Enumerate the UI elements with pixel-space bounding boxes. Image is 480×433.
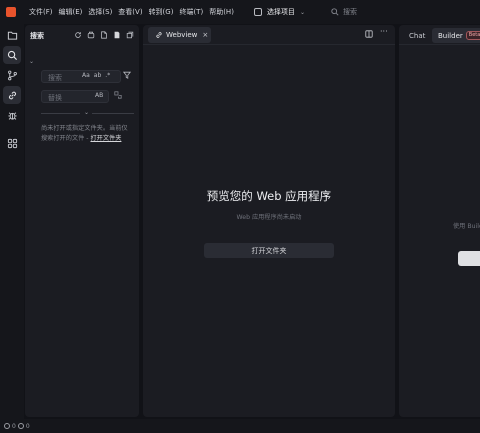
builder-hint: 使用 Builder bbox=[453, 223, 480, 230]
search-icon bbox=[331, 8, 339, 16]
close-icon[interactable]: × bbox=[202, 31, 208, 39]
menu-selection[interactable]: 选择(S) bbox=[88, 7, 112, 17]
app-logo-icon bbox=[6, 7, 16, 17]
file-icon bbox=[114, 31, 119, 38]
link-icon bbox=[156, 32, 162, 38]
link-icon bbox=[8, 91, 16, 99]
replace-input-placeholder: 替换 bbox=[48, 94, 62, 102]
new-search-editor-button[interactable] bbox=[98, 29, 109, 40]
preserve-case-toggle[interactable]: AB bbox=[95, 92, 103, 99]
source-control-icon bbox=[7, 70, 17, 80]
chevron-down-icon: ⌄ bbox=[299, 8, 305, 16]
menu-bar: 文件(F) 编辑(E) 选择(S) 查看(V) 转到(G) 终端(T) 帮助(H… bbox=[29, 7, 240, 17]
clear-all-icon bbox=[87, 31, 94, 38]
refresh-button[interactable] bbox=[72, 29, 83, 40]
error-icon bbox=[4, 423, 10, 429]
collapse-all-icon bbox=[126, 31, 133, 38]
tab-builder-label: Builder bbox=[438, 31, 463, 40]
warning-icon bbox=[17, 423, 24, 429]
builder-action-button[interactable] bbox=[458, 251, 480, 266]
divider bbox=[399, 44, 480, 45]
search-panel-title: 搜索 bbox=[30, 32, 44, 40]
activity-bar bbox=[0, 24, 24, 419]
top-search-placeholder: 搜索 bbox=[342, 8, 357, 16]
webview-subheading: Web 应用程序尚未启动 bbox=[236, 214, 302, 221]
menu-help[interactable]: 帮助(H) bbox=[209, 7, 234, 17]
split-editor-icon bbox=[365, 30, 373, 38]
activity-explorer[interactable] bbox=[3, 26, 21, 44]
activity-debug[interactable] bbox=[3, 106, 21, 124]
open-folder-link[interactable]: 打开文件夹 bbox=[90, 135, 121, 142]
divider bbox=[143, 44, 395, 45]
replace-all-button[interactable] bbox=[114, 91, 122, 101]
project-selector[interactable]: 选择项目 ⌄ bbox=[250, 5, 309, 19]
extensions-icon bbox=[7, 138, 17, 148]
open-folder-button[interactable]: 打开文件夹 bbox=[204, 243, 334, 258]
top-search-input[interactable]: 搜索 bbox=[331, 7, 357, 17]
activity-source-control[interactable] bbox=[3, 66, 21, 84]
tab-webview[interactable]: Webview × bbox=[148, 27, 211, 43]
divider bbox=[92, 113, 134, 114]
status-bar: 0 0 bbox=[0, 419, 480, 433]
search-icon bbox=[7, 50, 17, 60]
debug-icon bbox=[7, 111, 17, 120]
search-panel-toolbar bbox=[72, 29, 137, 40]
menu-view[interactable]: 查看(V) bbox=[118, 7, 142, 17]
split-editor-button[interactable] bbox=[365, 30, 373, 40]
activity-search[interactable] bbox=[3, 46, 21, 64]
warning-count: 0 bbox=[25, 422, 30, 430]
activity-extensions[interactable] bbox=[3, 134, 21, 152]
webview-heading: 预览您的 Web 应用程序 bbox=[206, 189, 332, 203]
match-case-toggle[interactable]: Aa bbox=[82, 72, 90, 79]
menu-go[interactable]: 转到(G) bbox=[149, 7, 174, 17]
clear-results-button[interactable] bbox=[85, 29, 96, 40]
search-input-placeholder: 搜索 bbox=[48, 74, 62, 82]
tab-webview-label: Webview bbox=[166, 31, 198, 39]
no-folder-note: 尚未打开或指定文件夹。当前仅搜索打开的文件 - 打开文件夹 bbox=[41, 124, 133, 144]
divider bbox=[41, 113, 80, 114]
replace-all-icon bbox=[114, 91, 122, 99]
tab-chat[interactable]: Chat bbox=[409, 32, 425, 40]
activity-webview[interactable] bbox=[3, 86, 21, 104]
problems-indicator[interactable]: 0 0 bbox=[4, 423, 32, 430]
match-whole-word-toggle[interactable]: ab bbox=[94, 72, 102, 79]
filter-button[interactable] bbox=[122, 71, 132, 81]
more-actions-icon[interactable]: ··· bbox=[380, 27, 388, 36]
project-icon bbox=[253, 8, 262, 16]
refresh-icon bbox=[74, 31, 81, 38]
view-as-tree-button[interactable] bbox=[111, 29, 122, 40]
files-icon bbox=[7, 31, 17, 40]
menu-file[interactable]: 文件(F) bbox=[29, 7, 53, 17]
tab-builder[interactable]: Builder Beta bbox=[432, 28, 480, 43]
toggle-replace-chevron-icon[interactable]: ⌄ bbox=[29, 58, 34, 65]
menu-edit[interactable]: 编辑(E) bbox=[59, 7, 83, 17]
new-file-icon bbox=[100, 30, 107, 39]
filter-icon bbox=[122, 71, 132, 79]
menu-terminal[interactable]: 终端(T) bbox=[179, 7, 203, 17]
project-label: 选择项目 bbox=[266, 8, 295, 16]
search-options: Aa ab .* bbox=[82, 72, 114, 79]
use-regex-toggle[interactable]: .* bbox=[105, 72, 110, 79]
beta-badge: Beta bbox=[465, 31, 480, 40]
collapse-all-button[interactable] bbox=[124, 29, 135, 40]
chat-panel: Chat Builder Beta 使用 Builder bbox=[399, 25, 480, 417]
webview-panel: Webview × ··· 预览您的 Web 应用程序 Web 应用程序尚未启动… bbox=[143, 25, 395, 417]
search-panel: 搜索 ⌄ 搜索 Aa ab .* 替换 AB ⌄ 尚未打开或指定文件夹。当前仅搜… bbox=[25, 25, 139, 417]
toggle-details-chevron-icon[interactable]: ⌄ bbox=[84, 109, 89, 116]
title-bar: 文件(F) 编辑(E) 选择(S) 查看(V) 转到(G) 终端(T) 帮助(H… bbox=[0, 0, 480, 24]
error-count: 0 bbox=[12, 422, 16, 430]
